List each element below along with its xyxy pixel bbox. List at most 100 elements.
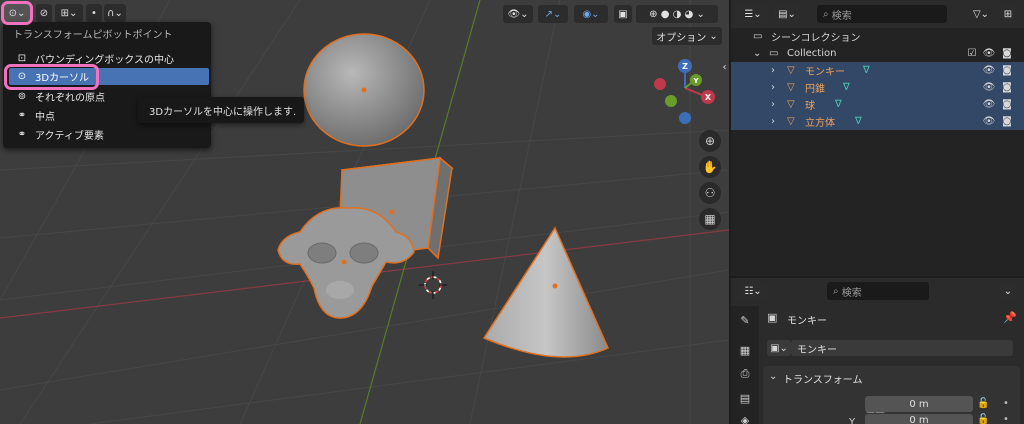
mesh-object-icon: ▽ (787, 82, 795, 93)
object-type-icon: ▣ (767, 311, 778, 324)
object-label: 円錐 (805, 84, 825, 95)
xray-toggle[interactable]: ▣ (614, 5, 632, 23)
scene-tab-icon[interactable]: ◈ (737, 412, 753, 424)
highlight-pivot-dropdown (1, 1, 33, 25)
menu-item-label: 中点 (35, 112, 55, 123)
collection-row[interactable]: ⌄ ▭ Collection ☑ 👁 ◙ (731, 45, 1024, 62)
display-mode-dropdown[interactable]: ☰⌄ (737, 5, 769, 23)
keyframe-dot-icon[interactable]: • (1003, 414, 1009, 424)
camera-icon[interactable]: ◙ (1001, 65, 1013, 77)
overlay-icon: ◉⌄ (582, 8, 600, 20)
chevron-down-icon: ⌄ (1003, 285, 1013, 297)
location-y-field[interactable]: 0 m (865, 414, 973, 424)
chevron-down-icon[interactable]: ⌄ (753, 48, 761, 59)
tooltip: 3Dカーソルを中心に操作します. (138, 97, 304, 123)
scene-collection-row[interactable]: ▭ シーンコレクション (731, 28, 1024, 45)
navigation-gizmo[interactable]: Z X Y (654, 59, 715, 124)
snap-target-dropdown[interactable]: ⊞⌄ (55, 4, 83, 22)
view-layer-icon: ▤⌄ (778, 8, 796, 20)
outliner-item-sphere[interactable]: › ▽ 球 ∇ 👁 ◙ (731, 96, 1024, 113)
menu-item-active-element[interactable]: ⚭ アクティブ要素 (9, 126, 209, 143)
gizmo-dropdown[interactable]: ↗⌄ (538, 5, 568, 23)
eye-icon[interactable]: 👁 (983, 116, 996, 128)
eye-icon: 👁⌄ (507, 8, 529, 20)
camera-view-icon[interactable]: ⚇ (699, 182, 721, 204)
scene-collection-icon: ▭ (753, 31, 763, 42)
outliner-item-cube[interactable]: › ▽ 立方体 ∇ 👁 ◙ (731, 113, 1024, 130)
keyframe-dot-icon[interactable]: • (1003, 398, 1009, 409)
chevron-down-icon[interactable]: ⌄ (769, 371, 777, 382)
visibility-dropdown[interactable]: 👁⌄ (503, 5, 533, 23)
tool-tab-icon[interactable]: ✎ (737, 312, 753, 328)
location-y-label: Y (849, 417, 856, 424)
object-name-field[interactable]: モンキー (791, 340, 1013, 356)
chevron-right-icon[interactable]: › (771, 65, 775, 76)
editor-type-dropdown[interactable]: ☷⌄ (739, 282, 767, 300)
camera-icon[interactable]: ◙ (1001, 82, 1013, 94)
options-dropdown[interactable]: ⌄ (999, 282, 1017, 300)
mesh-data-icon: ∇ (835, 99, 842, 110)
mesh-object-icon: ▽ (787, 99, 795, 110)
properties-search-input[interactable]: ⌕ 検索 (827, 282, 929, 300)
collapse-sidebar-icon[interactable]: ‹ (720, 60, 729, 74)
properties-panel: ☷⌄ ⌕ 検索 ⌄ ✎ ▦ ⎙ ▤ ◈ ▣ モンキー 📌 ▣⌄ モンキー ⌄ ト… (731, 278, 1024, 424)
overlay-dropdown[interactable]: ◉⌄ (574, 5, 608, 23)
snap-icon[interactable]: ⊘ (36, 4, 52, 22)
mesh-data-icon: ∇ (863, 65, 870, 76)
search-placeholder: 検索 (831, 10, 852, 22)
object-browse-dropdown[interactable]: ▣⌄ (767, 340, 791, 356)
pan-hand-icon[interactable]: ✋ (699, 156, 721, 178)
render-tab-icon[interactable]: ▦ (737, 342, 753, 358)
collection-icon: ▭ (769, 48, 779, 59)
mesh-object-icon: ▽ (787, 65, 795, 76)
eye-icon[interactable]: 👁 (983, 65, 996, 77)
outliner-panel: ☰⌄ ▤⌄ ⌕ 検索 ▽⌄ ⊞ ▭ シーンコレクション ⌄ ▭ Collecti… (731, 0, 1024, 276)
shading-mode-group[interactable]: ⊕ ● ◑ ◕ ⌄ (636, 5, 718, 23)
lock-icon[interactable]: 🔓 (977, 414, 989, 424)
object-icon: ▣⌄ (770, 342, 788, 354)
eye-icon[interactable]: 👁 (983, 82, 996, 94)
zoom-icon[interactable]: ⊕ (699, 130, 721, 152)
checkbox-icon[interactable]: ☑ (966, 48, 978, 60)
filter-view-dropdown[interactable]: ▤⌄ (773, 5, 801, 23)
output-tab-icon[interactable]: ⎙ (737, 366, 753, 382)
3d-cursor[interactable] (419, 271, 447, 299)
camera-icon[interactable]: ◙ (1001, 48, 1013, 60)
mesh-data-icon: ∇ (855, 116, 862, 127)
individual-origins-icon: ⊚ (17, 91, 27, 102)
camera-icon[interactable]: ◙ (1001, 116, 1013, 128)
outliner-item-monkey[interactable]: › ▽ モンキー ∇ 👁 ◙ (731, 62, 1024, 79)
shading-icons: ⊕ ● ◑ ◕ ⌄ (649, 8, 705, 20)
outliner-search-input[interactable]: ⌕ 検索 (817, 5, 947, 23)
median-point-icon: ⚭ (17, 110, 27, 121)
proportional-edit-icon[interactable]: • (86, 4, 102, 22)
object-label: 立方体 (805, 118, 835, 129)
highlight-3d-cursor-item (4, 64, 99, 90)
view-layer-tab-icon[interactable]: ▤ (737, 390, 753, 406)
gizmo-z-label: Z (682, 62, 688, 71)
object-name-label: モンキー (787, 316, 827, 327)
camera-icon[interactable]: ◙ (1001, 99, 1013, 111)
chevron-right-icon[interactable]: › (771, 82, 775, 93)
snap-grid-icon: ⊞⌄ (60, 7, 78, 19)
options-dropdown[interactable]: オプション ⌄ (652, 27, 722, 45)
pin-icon[interactable]: 📌 (1003, 311, 1017, 324)
chevron-right-icon[interactable]: › (771, 99, 775, 110)
perspective-grid-icon[interactable]: ▦ (699, 208, 721, 230)
new-collection-button[interactable]: ⊞ (999, 5, 1017, 23)
sphere-object[interactable] (303, 33, 425, 147)
transform-section-title[interactable]: トランスフォーム (783, 371, 863, 386)
outliner-header: ☰⌄ ▤⌄ ⌕ 検索 ▽⌄ ⊞ (731, 0, 1024, 28)
active-element-icon: ⚭ (17, 129, 27, 140)
eye-icon[interactable]: 👁 (983, 99, 996, 111)
eye-icon[interactable]: 👁 (983, 48, 996, 60)
falloff-dropdown[interactable]: ∩⌄ (104, 4, 126, 22)
properties-tabs: ✎ ▦ ⎙ ▤ ◈ (731, 306, 759, 424)
location-x-field[interactable]: 0 m (865, 396, 973, 412)
filter-dropdown[interactable]: ▽⌄ (966, 5, 996, 23)
3d-viewport[interactable]: Z X Y ⊙⌄ ⊘ ⊞⌄ • ∩⌄ 👁⌄ ↗⌄ ◉⌄ ▣ ⊕ ● ◑ ◕ ⌄ … (0, 0, 729, 424)
outliner-list-icon: ☰⌄ (744, 8, 762, 20)
outliner-item-cone[interactable]: › ▽ 円錐 ∇ 👁 ◙ (731, 79, 1024, 96)
lock-icon[interactable]: 🔓 (977, 398, 989, 409)
chevron-right-icon[interactable]: › (771, 116, 775, 127)
